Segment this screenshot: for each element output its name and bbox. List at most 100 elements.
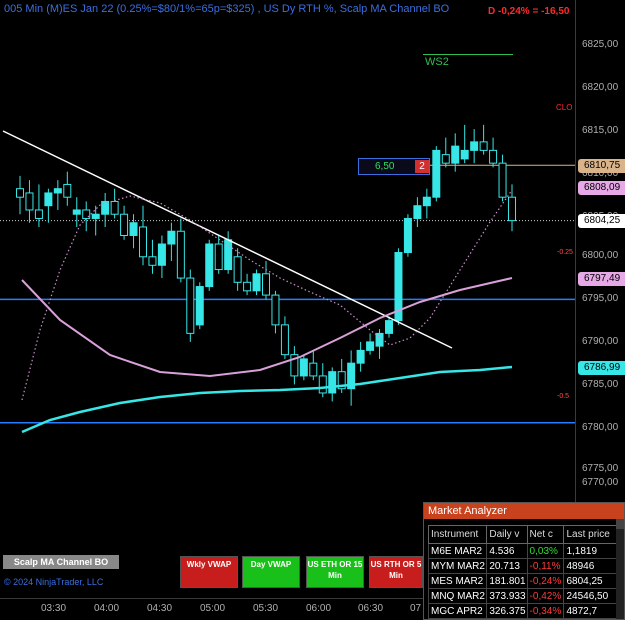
cell-net: -0,11%: [526, 558, 565, 574]
cell-daily: 4.536: [486, 543, 528, 559]
order-qty[interactable]: 6,50: [375, 161, 394, 172]
price-label: 6815,00: [582, 125, 619, 136]
price-label: 6825,00: [582, 39, 619, 50]
candle-body: [299, 358, 308, 377]
candle-body: [63, 183, 72, 198]
time-label: 04:00: [94, 603, 120, 614]
candle-body: [82, 209, 91, 219]
price-tag-ma-fast: 6808,09: [578, 181, 625, 195]
time-label: 07: [410, 603, 422, 614]
day-vwap-button[interactable]: Day VWAP: [242, 556, 300, 588]
candle-body: [139, 226, 147, 258]
price-label: 6820,00: [582, 82, 619, 93]
candle-body: [157, 243, 166, 266]
col-instrument[interactable]: Instrument: [427, 525, 488, 544]
cell-last: 24546,50: [563, 588, 624, 604]
candle-body: [214, 243, 223, 271]
order-widget[interactable]: 6,50 2: [358, 158, 430, 175]
candle-body: [309, 362, 318, 377]
price-tag-ma-slow: 6797,49: [578, 272, 625, 286]
scroll-up-icon[interactable]: [616, 519, 624, 529]
time-label: 03:30: [41, 603, 67, 614]
col-daily-volume[interactable]: Daily v: [486, 525, 528, 544]
chart-title: 005 Min (M)ES Jan 22 (0.25%=$80/1%=65p=$…: [4, 3, 450, 15]
candle-body: [271, 294, 280, 326]
market-analyzer-window[interactable]: Market Analyzer Instrument Daily v Net c…: [423, 502, 625, 620]
candle-body: [34, 209, 43, 219]
candle-body: [110, 200, 119, 215]
candle-body: [318, 375, 327, 394]
table-row[interactable]: M6E MAR2 4.536 0,03% 1,1819: [427, 543, 624, 559]
candle-body: [233, 256, 242, 283]
candle-body: [167, 230, 176, 245]
candle-body: [498, 162, 507, 198]
price-tag-vwap: 6786,99: [578, 361, 625, 375]
indicator-label: Scalp MA Channel BO: [3, 555, 119, 569]
cell-instrument: MYM MAR2: [427, 558, 488, 574]
candle-body: [385, 320, 393, 334]
col-net-change[interactable]: Net c: [526, 525, 565, 544]
table-row[interactable]: MNQ MAR2 373.933 -0,42% 24546,50: [427, 588, 624, 604]
candle-body: [489, 149, 498, 164]
price-tag-last: 6804,25: [578, 214, 625, 228]
candle-body: [470, 141, 479, 151]
cell-net: 0,03%: [526, 543, 565, 559]
order-count-badge[interactable]: 2: [415, 160, 429, 173]
candle-body: [91, 213, 100, 219]
table-row[interactable]: MES MAR2 181.801 -0,24% 6804,25: [427, 573, 624, 589]
candle-body: [120, 213, 129, 237]
candle-body: [356, 349, 365, 364]
clo-label: CLO: [556, 103, 573, 112]
cell-instrument: MNQ MAR2: [427, 588, 488, 604]
market-analyzer-table: Instrument Daily v Net c Last price M6E …: [427, 525, 624, 619]
cell-instrument: MES MAR2: [427, 573, 488, 589]
cell-instrument: M6E MAR2: [427, 543, 488, 559]
candle-body: [328, 371, 337, 394]
time-label: 06:00: [306, 603, 332, 614]
cell-instrument: MGC APR2: [427, 603, 488, 619]
price-label: 6785,00: [582, 379, 619, 390]
cell-daily: 326.375: [486, 603, 528, 619]
time-label: 05:30: [253, 603, 279, 614]
wkly-vwap-button[interactable]: Wkly VWAP: [180, 556, 238, 588]
candle-body: [262, 273, 270, 296]
candle-body: [375, 332, 384, 347]
candle-body: [403, 217, 412, 254]
cell-daily: 373.933: [486, 588, 528, 604]
price-tag-order: 6810,75: [578, 159, 625, 173]
time-label: 05:00: [200, 603, 226, 614]
table-row[interactable]: MYM MAR2 20.713 -0,11% 48946: [427, 558, 624, 574]
table-row[interactable]: MGC APR2 326.375 -0,34% 4872,7: [427, 603, 624, 619]
us-eth-or-button[interactable]: US ETH OR 15 Min: [306, 556, 364, 588]
market-analyzer-title[interactable]: Market Analyzer: [424, 503, 624, 519]
candle-body: [508, 196, 516, 222]
time-label: 04:30: [147, 603, 173, 614]
col-last-price[interactable]: Last price: [563, 525, 624, 544]
candle-body: [148, 256, 157, 266]
cell-last: 48946: [563, 558, 624, 574]
pct-label-05: -0.5: [557, 393, 570, 400]
candle-body: [195, 286, 204, 326]
cell-net: -0,34%: [526, 603, 565, 619]
cell-last: 1,1819: [563, 543, 624, 559]
candle-body: [451, 145, 460, 164]
price-label: 6775,00: [582, 463, 619, 474]
copyright-text: © 2024 NinjaTrader, LLC: [4, 577, 104, 587]
candle-body: [44, 192, 53, 207]
ws2-label: WS2: [425, 56, 449, 68]
price-label: 6795,00: [582, 293, 619, 304]
candle-body: [186, 277, 195, 334]
cell-last: 6804,25: [563, 573, 624, 589]
cell-net: -0,24%: [526, 573, 565, 589]
cell-daily: 181.801: [486, 573, 528, 589]
candle-body: [432, 149, 441, 198]
candle-body: [252, 273, 261, 292]
us-rth-or-button[interactable]: US RTH OR 5 Min: [369, 556, 423, 588]
cell-net: -0,42%: [526, 588, 565, 604]
pct-label-025: -0.25: [557, 249, 573, 256]
candle-body: [243, 281, 252, 292]
candle-body: [129, 222, 138, 237]
candle-body: [101, 200, 110, 215]
price-label: 6780,00: [582, 422, 619, 433]
market-analyzer-scrollbar[interactable]: [616, 519, 624, 619]
